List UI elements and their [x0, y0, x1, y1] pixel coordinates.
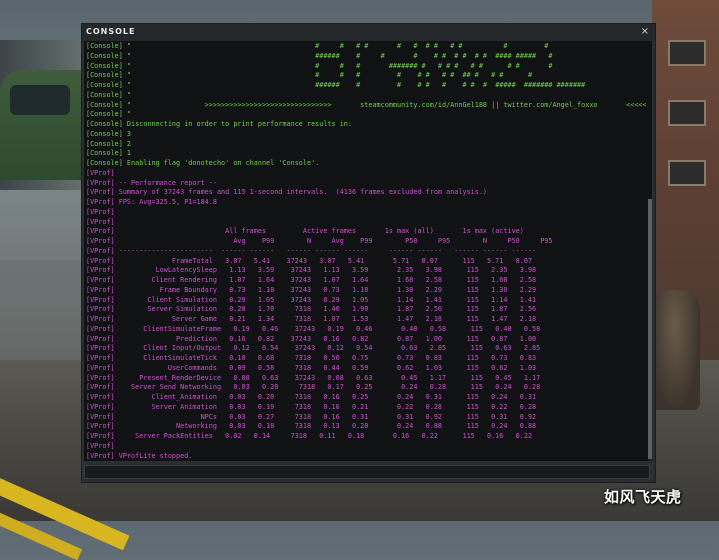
console-output: [Console] " # # # # # # # # # # # # [Cons… — [84, 41, 652, 461]
console-line: [Console] 3 — [86, 129, 132, 138]
console-line: [Console] " >>>>>>>>>>>>>>>>>>>>>>>>>>>>… — [86, 100, 646, 109]
console-line: [Console] " ###### # # # # # # # # # ###… — [86, 51, 553, 60]
console-line: [VProf] Client Rendering 1.07 1.64 37243… — [86, 276, 537, 284]
console-line: [VProf] Client Input/Output 0.12 0.54 37… — [86, 344, 541, 353]
background-train-window — [10, 85, 70, 115]
console-line: [VProf] Server PackEntities 0.02 0.14 73… — [86, 432, 533, 440]
console-line: [VProf] ClientSimulateTick 0.10 0.68 731… — [86, 354, 537, 362]
console-line: [VProf] Prediction 0.16 0.82 37243 0.16 … — [86, 334, 537, 343]
console-line: [VProf] Server Send Networking 0.03 0.20… — [86, 383, 541, 392]
console-line: [Console] " # # # ####### # # # # # # # … — [86, 61, 553, 70]
console-line: [VProf] Server Simulation 0.28 1.70 7318… — [86, 305, 537, 314]
console-line: [VProf] Client Simulation 0.29 1.05 3724… — [86, 295, 537, 304]
console-line: [VProf] Server Game 0.21 1.34 7318 1.07 … — [86, 315, 537, 323]
console-input[interactable] — [84, 465, 650, 479]
console-line: [VProf] — [86, 207, 115, 216]
console-line: [Console] 2 — [86, 139, 132, 148]
console-line: [VProf] — [86, 168, 115, 177]
console-line: [VProf] Present_RenderDevice 0.08 0.63 3… — [86, 373, 541, 382]
console-line: [Console] " # # # # # # # # ## # # # # — [86, 71, 533, 80]
console-line: [VProf] Networking 0.03 0.18 7318 0.13 0… — [86, 422, 537, 431]
scrollbar-thumb[interactable] — [648, 199, 652, 459]
console-line: [VProf] Frame Boundary 0.73 1.18 37243 0… — [86, 285, 537, 294]
console-line: [VProf] Avg P99 N Avg P99 P50 P95 N P50 … — [86, 237, 553, 245]
console-line: [Console] " — [86, 90, 132, 99]
watermark: 如风飞天虎 — [604, 488, 682, 506]
console-line: [VProf] LowLatencySleep 1.13 3.59 37243 … — [86, 266, 537, 275]
close-icon[interactable]: × — [641, 26, 649, 38]
background-building-window — [668, 40, 706, 66]
console-line: [VProf] All frames Active frames 1s max … — [86, 227, 524, 236]
console-line: [VProf] -- Performance report -- — [86, 178, 217, 187]
window-title: CONSOLE — [86, 27, 136, 36]
console-line: [VProf] Summary of 37243 frames and 115 … — [86, 188, 488, 197]
console-line: [VProf] FrameTotal 3.07 5.41 37243 3.07 … — [86, 256, 533, 265]
console-line: [VProf] ClientSimulateFrame 0.19 0.46 37… — [86, 324, 541, 333]
console-line: [Console] Enabling flag 'donotecho' on c… — [86, 159, 320, 167]
console-line: [VProf] UserCommands 0.09 0.58 7318 0.44… — [86, 363, 537, 372]
console-line: [Console] " — [86, 110, 132, 119]
background-building-window — [668, 100, 706, 126]
background-building-window — [668, 160, 706, 186]
console-line: [VProf] VProfLite stopped. — [86, 451, 193, 460]
console-line: [Console] " ###### # # # # # # # # #####… — [86, 81, 586, 89]
console-line: [VProf] Client_Animation 0.03 0.20 7318 … — [86, 393, 537, 401]
background-character — [650, 290, 700, 410]
console-line: [Console] 1 — [86, 149, 132, 158]
console-titlebar[interactable]: CONSOLE × — [82, 24, 655, 41]
console-line: [VProf] — [86, 217, 115, 226]
console-line: [VProf] NPCs 0.03 0.27 7318 0.16 0.31 0.… — [86, 412, 537, 421]
console-line: [VProf] ----------------------- ------ -… — [86, 246, 537, 255]
console-line: [VProf] — [86, 441, 115, 450]
console-lines: [Console] " # # # # # # # # # # # # [Cons… — [86, 42, 646, 461]
console-line: [Console] " # # # # # # # # # # # # — [86, 42, 549, 50]
console-line: [VProf] Server Animation 0.03 0.19 7318 … — [86, 402, 537, 411]
console-line: [Console] Disconnecting in order to prin… — [86, 120, 352, 128]
console-line: [VProf] FPS: Avg=325.5, P1=184.8 — [86, 198, 217, 206]
console-window: CONSOLE × [Console] " # # # # # # # # # … — [82, 24, 655, 482]
